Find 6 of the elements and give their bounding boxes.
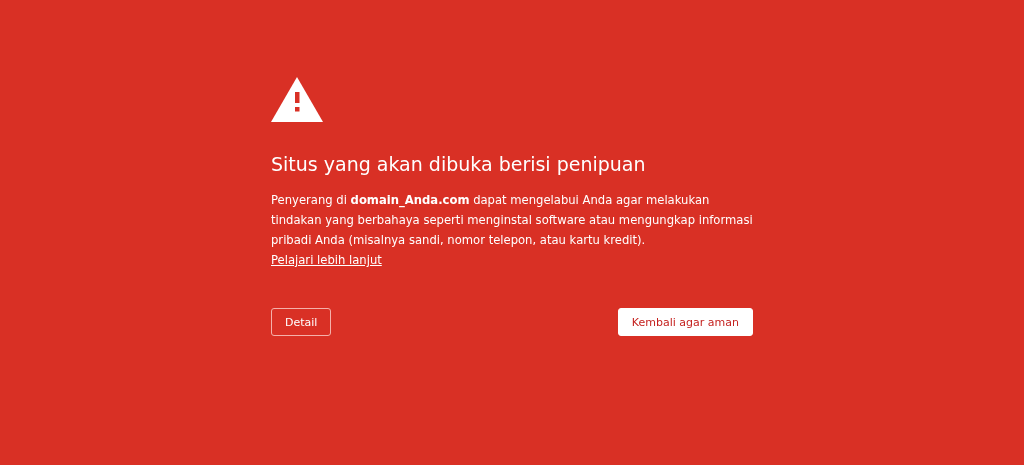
warning-icon — [271, 77, 323, 122]
back-to-safety-button[interactable]: Kembali agar aman — [617, 308, 753, 336]
page-title: Situs yang akan dibuka berisi penipuan — [271, 152, 647, 176]
warning-message: Penyerang di domain_Anda.com dapat mengelabui Anda agar melakukan tindakan yang berbahaya seperti menginstal software atau mengungkap informasi pribadi Anda (misalnya sandi, nomor telepon, atau kartu kredit). Pelajari lebih lanjut — [271, 192, 753, 269]
details-button[interactable]: Detail — [271, 308, 332, 336]
learn-more-link[interactable]: Pelajari lebih lanjut — [271, 253, 382, 267]
